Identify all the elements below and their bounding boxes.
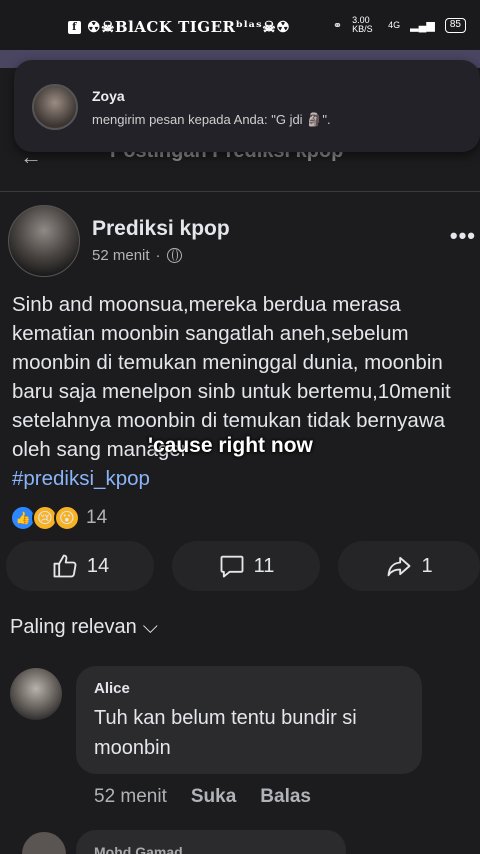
status-bar-left: f ☢☠BlACK TIGERᵇˡᵃˢ☠☢ [68, 18, 290, 36]
comment-count: 11 [253, 554, 275, 577]
comment-bubble[interactable]: Mohd Gamad [76, 830, 346, 854]
comment-reply-button[interactable]: Balas [260, 786, 311, 808]
comment-text: Tuh kan belum tentu bundir si moonbin [94, 707, 357, 759]
back-arrow-icon[interactable]: ← [20, 150, 42, 170]
thumbs-up-icon [53, 554, 77, 578]
post-body: Sinb and moonsua,mereka berdua merasa ke… [12, 290, 474, 493]
notification-sender-name: Zoya [92, 88, 125, 104]
share-count: 1 [421, 554, 433, 577]
comment-bubble[interactable]: Alice Tuh kan belum tentu bundir si moon… [76, 666, 422, 774]
notification-sender-avatar [32, 84, 78, 130]
carrier-name: ☢☠BlACK TIGERᵇˡᵃˢ☠☢ [87, 18, 291, 36]
like-count: 14 [86, 554, 110, 577]
post-author[interactable]: Prediksi kpop [92, 217, 230, 241]
comment-time: 52 menit [94, 786, 167, 807]
comment-icon [220, 555, 244, 578]
post-time[interactable]: 52 menit [92, 247, 150, 264]
reaction-count: 14 [86, 507, 108, 528]
post-meta: 52 menit · [92, 247, 182, 264]
comment-meta: 52 menit Suka Balas [94, 786, 311, 808]
post-header: Prediksi kpop 52 menit · ••• [8, 205, 480, 277]
page-header: ← Postingan Prediksi kpop [0, 150, 480, 192]
network-speed: 3.00 KB/S [352, 15, 373, 34]
message-notification[interactable]: Zoya mengirim pesan kepada Anda: "G jdi … [14, 60, 480, 152]
commenter-name[interactable]: Alice [94, 680, 404, 697]
share-icon [388, 556, 411, 577]
comment-sort-dropdown[interactable]: Paling relevan ⌵ [10, 616, 158, 639]
separator-dot: · [155, 247, 161, 264]
comment-button[interactable]: 11 [172, 541, 320, 591]
signal-icon: ▂▄▆ [410, 19, 435, 32]
like-button[interactable]: 14 [6, 541, 154, 591]
more-options-icon[interactable]: ••• [450, 223, 476, 249]
page-avatar[interactable] [8, 205, 80, 277]
network-type: 4G [388, 20, 401, 30]
chevron-down-icon: ⌵ [142, 616, 158, 638]
comment-item-partial: Mohd Gamad [8, 830, 480, 854]
battery-indicator: 85 [444, 17, 466, 33]
comment-like-button[interactable]: Suka [191, 786, 236, 808]
wow-reaction-icon: 😮 [54, 505, 80, 531]
video-caption-overlay: 'cause right now [148, 434, 313, 457]
sort-label: Paling relevan [10, 616, 137, 638]
post-hashtag[interactable]: #prediksi_kpop [12, 467, 150, 490]
commenter-avatar[interactable] [22, 832, 66, 854]
commenter-avatar[interactable] [10, 668, 62, 720]
facebook-icon: f [68, 20, 81, 34]
status-bar: f ☢☠BlACK TIGERᵇˡᵃˢ☠☢ ⚭ 3.00 KB/S 4G ▂▄▆… [0, 0, 480, 50]
commenter-name[interactable]: Mohd Gamad [94, 844, 328, 854]
share-button[interactable]: 1 [338, 541, 480, 591]
post-actions: 14 11 1 [6, 541, 480, 591]
notification-message: mengirim pesan kepada Anda: "G jdi 🗿". [92, 112, 331, 127]
globe-icon [166, 248, 182, 263]
alarm-icon: ⚭ [332, 19, 343, 32]
notification-content: Zoya mengirim pesan kepada Anda: "G jdi … [92, 84, 331, 152]
status-bar-right: ⚭ 3.00 KB/S 4G ▂▄▆ 85 [333, 16, 466, 34]
reaction-summary[interactable]: 👍 😢 😮 14 [10, 505, 107, 531]
